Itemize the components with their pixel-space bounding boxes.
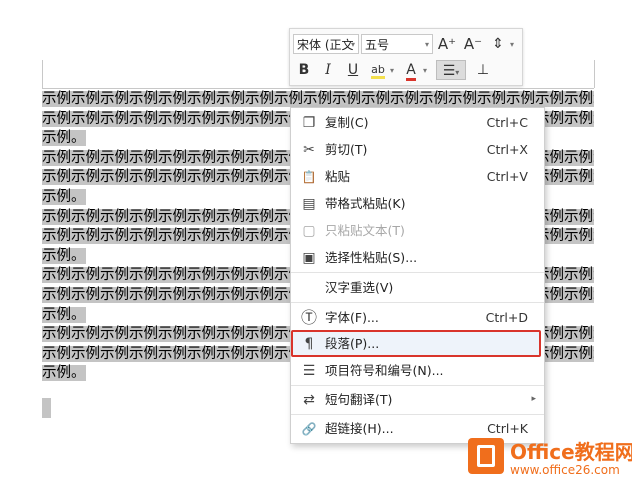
paste-text-icon: ▢ — [302, 223, 316, 239]
page-margin-right — [594, 60, 595, 88]
font-color-button[interactable]: A — [400, 60, 422, 81]
bullet-list-icon: ☰ — [302, 363, 316, 379]
menu-item-translate[interactable]: ⇄ 短句翻译(T) ▸ — [291, 386, 544, 413]
highlight-button[interactable]: ab — [367, 60, 389, 80]
menu-item-paste[interactable]: 📋 粘贴 Ctrl+V — [291, 163, 544, 190]
menu-item-cut[interactable]: ✂ 剪切(T) Ctrl+X — [291, 136, 544, 163]
menu-item-label: 超链接(H)... — [325, 421, 394, 436]
menu-item-shortcut: Ctrl+X — [486, 142, 528, 157]
font-color-icon: A — [406, 62, 416, 81]
menu-item-bullets-numbering[interactable]: ☰ 项目符号和编号(N)... — [291, 357, 544, 384]
font-size-select[interactable]: 五号 ▾ — [361, 34, 433, 54]
watermark-logo: Office教程网 www.office26.com — [468, 434, 632, 484]
context-menu: ❐ 复制(C) Ctrl+C ✂ 剪切(T) Ctrl+X 📋 粘贴 Ctrl+… — [290, 107, 545, 444]
office-logo-icon — [468, 438, 504, 474]
shrink-font-button[interactable]: A⁻ — [462, 34, 484, 54]
format-painter-icon: ⊥ — [476, 62, 490, 78]
menu-item-label: 复制(C) — [325, 115, 369, 130]
link-icon: 🔗 — [301, 422, 317, 436]
translate-icon: ⇄ — [303, 392, 315, 408]
menu-separator — [291, 302, 544, 303]
menu-item-shortcut: Ctrl+D — [485, 310, 528, 325]
menu-separator — [291, 272, 544, 273]
chevron-down-icon: ▾ — [510, 40, 515, 49]
line-spacing-icon: ⇕ — [492, 36, 504, 52]
menu-item-label: 带格式粘贴(K) — [325, 196, 406, 211]
font-icon: Ⓣ — [300, 308, 317, 327]
menu-item-paste-special[interactable]: ▣ 选择性粘贴(S)... — [291, 244, 544, 271]
font-name-select[interactable]: 宋体 (正文 ▾ — [293, 34, 359, 54]
font-size-value: 五号 — [365, 38, 390, 52]
chevron-down-icon: ▾ — [455, 68, 460, 77]
menu-item-label: 短句翻译(T) — [325, 392, 393, 407]
format-painter-button[interactable]: ⊥ — [472, 60, 494, 80]
empty-paragraph-selection — [42, 398, 51, 418]
menu-item-label: 剪切(T) — [325, 142, 368, 157]
italic-button[interactable]: I — [317, 60, 339, 80]
menu-item-label: 字体(F)... — [325, 310, 379, 325]
menu-item-paragraph[interactable]: ¶ 段落(P)... — [291, 330, 544, 357]
align-justify-icon: ☰ — [442, 63, 456, 79]
menu-item-label: 选择性粘贴(S)... — [325, 250, 418, 265]
line-spacing-button[interactable]: ⇕ — [487, 34, 509, 54]
chevron-down-icon: ▾ — [423, 66, 428, 75]
menu-item-label: 只粘贴文本(T) — [325, 223, 405, 238]
mini-toolbar: 宋体 (正文 ▾ 五号 ▾ A⁺ A⁻ ⇕ ▾ B I U ab ▾ A ▾ ☰▾ … — [289, 28, 523, 86]
font-name-value: 宋体 (正文 — [297, 38, 354, 52]
menu-item-label: 项目符号和编号(N)... — [325, 363, 444, 378]
menu-item-label: 段落(P)... — [325, 336, 380, 351]
menu-item-copy[interactable]: ❐ 复制(C) Ctrl+C — [291, 109, 544, 136]
watermark-url: www.office26.com — [510, 463, 620, 477]
copy-icon: ❐ — [302, 115, 316, 131]
paste-formatted-icon: ▤ — [302, 196, 316, 212]
paste-icon: 📋 — [301, 170, 317, 184]
page-margin-top-line — [42, 88, 594, 89]
chevron-right-icon: ▸ — [531, 394, 536, 404]
grow-font-button[interactable]: A⁺ — [436, 34, 458, 54]
paragraph-icon: ¶ — [304, 336, 314, 352]
menu-item-paste-text-only[interactable]: ▢ 只粘贴文本(T) — [291, 217, 544, 244]
bold-button[interactable]: B — [293, 60, 315, 80]
menu-item-paste-formatted[interactable]: ▤ 带格式粘贴(K) — [291, 190, 544, 217]
chevron-down-icon: ▾ — [424, 40, 429, 49]
menu-item-reconvert[interactable]: 汉字重选(V) — [291, 274, 544, 301]
watermark-title: Office教程网 — [510, 440, 632, 464]
align-button[interactable]: ☰▾ — [436, 60, 466, 80]
menu-item-shortcut: Ctrl+V — [486, 169, 528, 184]
menu-item-label: 粘贴 — [325, 169, 351, 184]
highlight-icon: ab — [371, 63, 385, 79]
chevron-down-icon: ▾ — [390, 66, 395, 75]
underline-button[interactable]: U — [342, 60, 364, 80]
scissors-icon: ✂ — [303, 142, 315, 158]
page-margin-top — [42, 60, 43, 88]
menu-item-font[interactable]: Ⓣ 字体(F)... Ctrl+D — [291, 304, 544, 331]
paste-special-icon: ▣ — [302, 250, 316, 266]
chevron-down-icon: ▾ — [350, 40, 355, 49]
menu-item-shortcut: Ctrl+C — [486, 115, 528, 130]
menu-item-label: 汉字重选(V) — [325, 280, 394, 295]
